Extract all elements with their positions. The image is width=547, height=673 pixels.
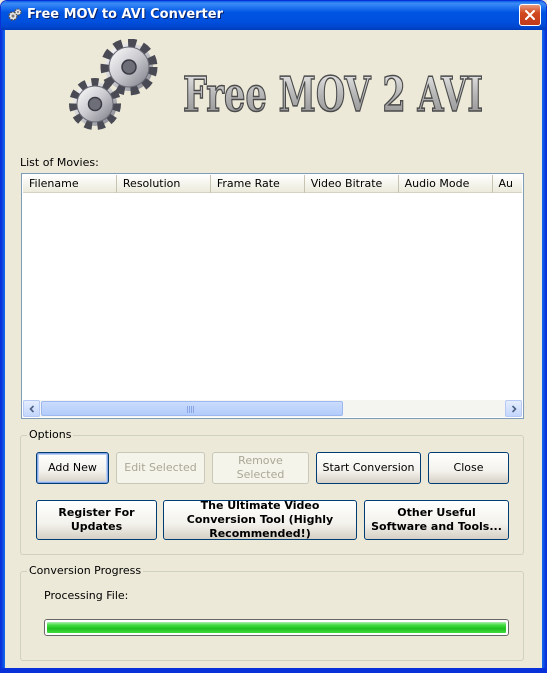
window-close-button[interactable] (519, 4, 541, 26)
scroll-right-button[interactable] (505, 400, 522, 417)
start-conversion-button[interactable]: Start Conversion (316, 452, 421, 484)
window-title: Free MOV to AVI Converter (27, 7, 223, 22)
other-software-button[interactable]: Other Useful Software and Tools... (364, 500, 509, 540)
logo-text: Free MOV 2 AVI (183, 67, 483, 123)
conversion-progress-group: Conversion Progress (20, 564, 524, 661)
processing-file-label: Processing File: (44, 589, 129, 602)
column-header-audio-mode[interactable]: Audio Mode (399, 175, 493, 193)
register-for-updates-button[interactable]: Register For Updates (36, 500, 157, 540)
window-frame-right (542, 30, 546, 672)
movies-listview[interactable]: Filename Resolution Frame Rate Video Bit… (21, 173, 524, 419)
scroll-left-button[interactable] (23, 400, 40, 417)
app-logo: Free MOV 2 AVI (69, 39, 484, 130)
edit-selected-button[interactable]: Edit Selected (116, 452, 205, 484)
column-header-filename[interactable]: Filename (23, 175, 117, 193)
horizontal-scrollbar[interactable] (23, 400, 522, 417)
column-header-frame-rate[interactable]: Frame Rate (211, 175, 305, 193)
column-header-video-bitrate[interactable]: Video Bitrate (305, 175, 399, 193)
scroll-right-icon (511, 404, 517, 413)
conversion-progress-title: Conversion Progress (27, 564, 144, 577)
options-group-title: Options (27, 428, 74, 441)
column-header-audio-partial[interactable]: Au (493, 175, 522, 193)
scrollbar-thumb[interactable] (41, 401, 343, 416)
ultimate-video-tool-button[interactable]: The Ultimate Video Conversion Tool (High… (163, 499, 357, 540)
scroll-left-icon (28, 404, 34, 413)
progress-bar-fill (47, 622, 506, 633)
window-frame-left (1, 30, 5, 672)
app-gear-icon (8, 8, 22, 21)
add-new-button[interactable]: Add New (36, 452, 109, 484)
scrollbar-grip (187, 406, 195, 413)
app-window: Free MOV to AVI Converter Free MOV 2 AVI… (0, 0, 547, 673)
column-header-resolution[interactable]: Resolution (117, 175, 211, 193)
close-button[interactable]: Close (428, 452, 509, 484)
list-of-movies-label: List of Movies: (20, 156, 99, 169)
window-frame-bottom (1, 668, 546, 672)
remove-selected-button[interactable]: Remove Selected (212, 452, 309, 484)
gears-logo-icon (69, 39, 158, 130)
close-icon (525, 10, 535, 20)
progress-bar (44, 619, 509, 636)
list-header: Filename Resolution Frame Rate Video Bit… (23, 175, 522, 193)
title-bar[interactable]: Free MOV to AVI Converter (1, 1, 546, 30)
